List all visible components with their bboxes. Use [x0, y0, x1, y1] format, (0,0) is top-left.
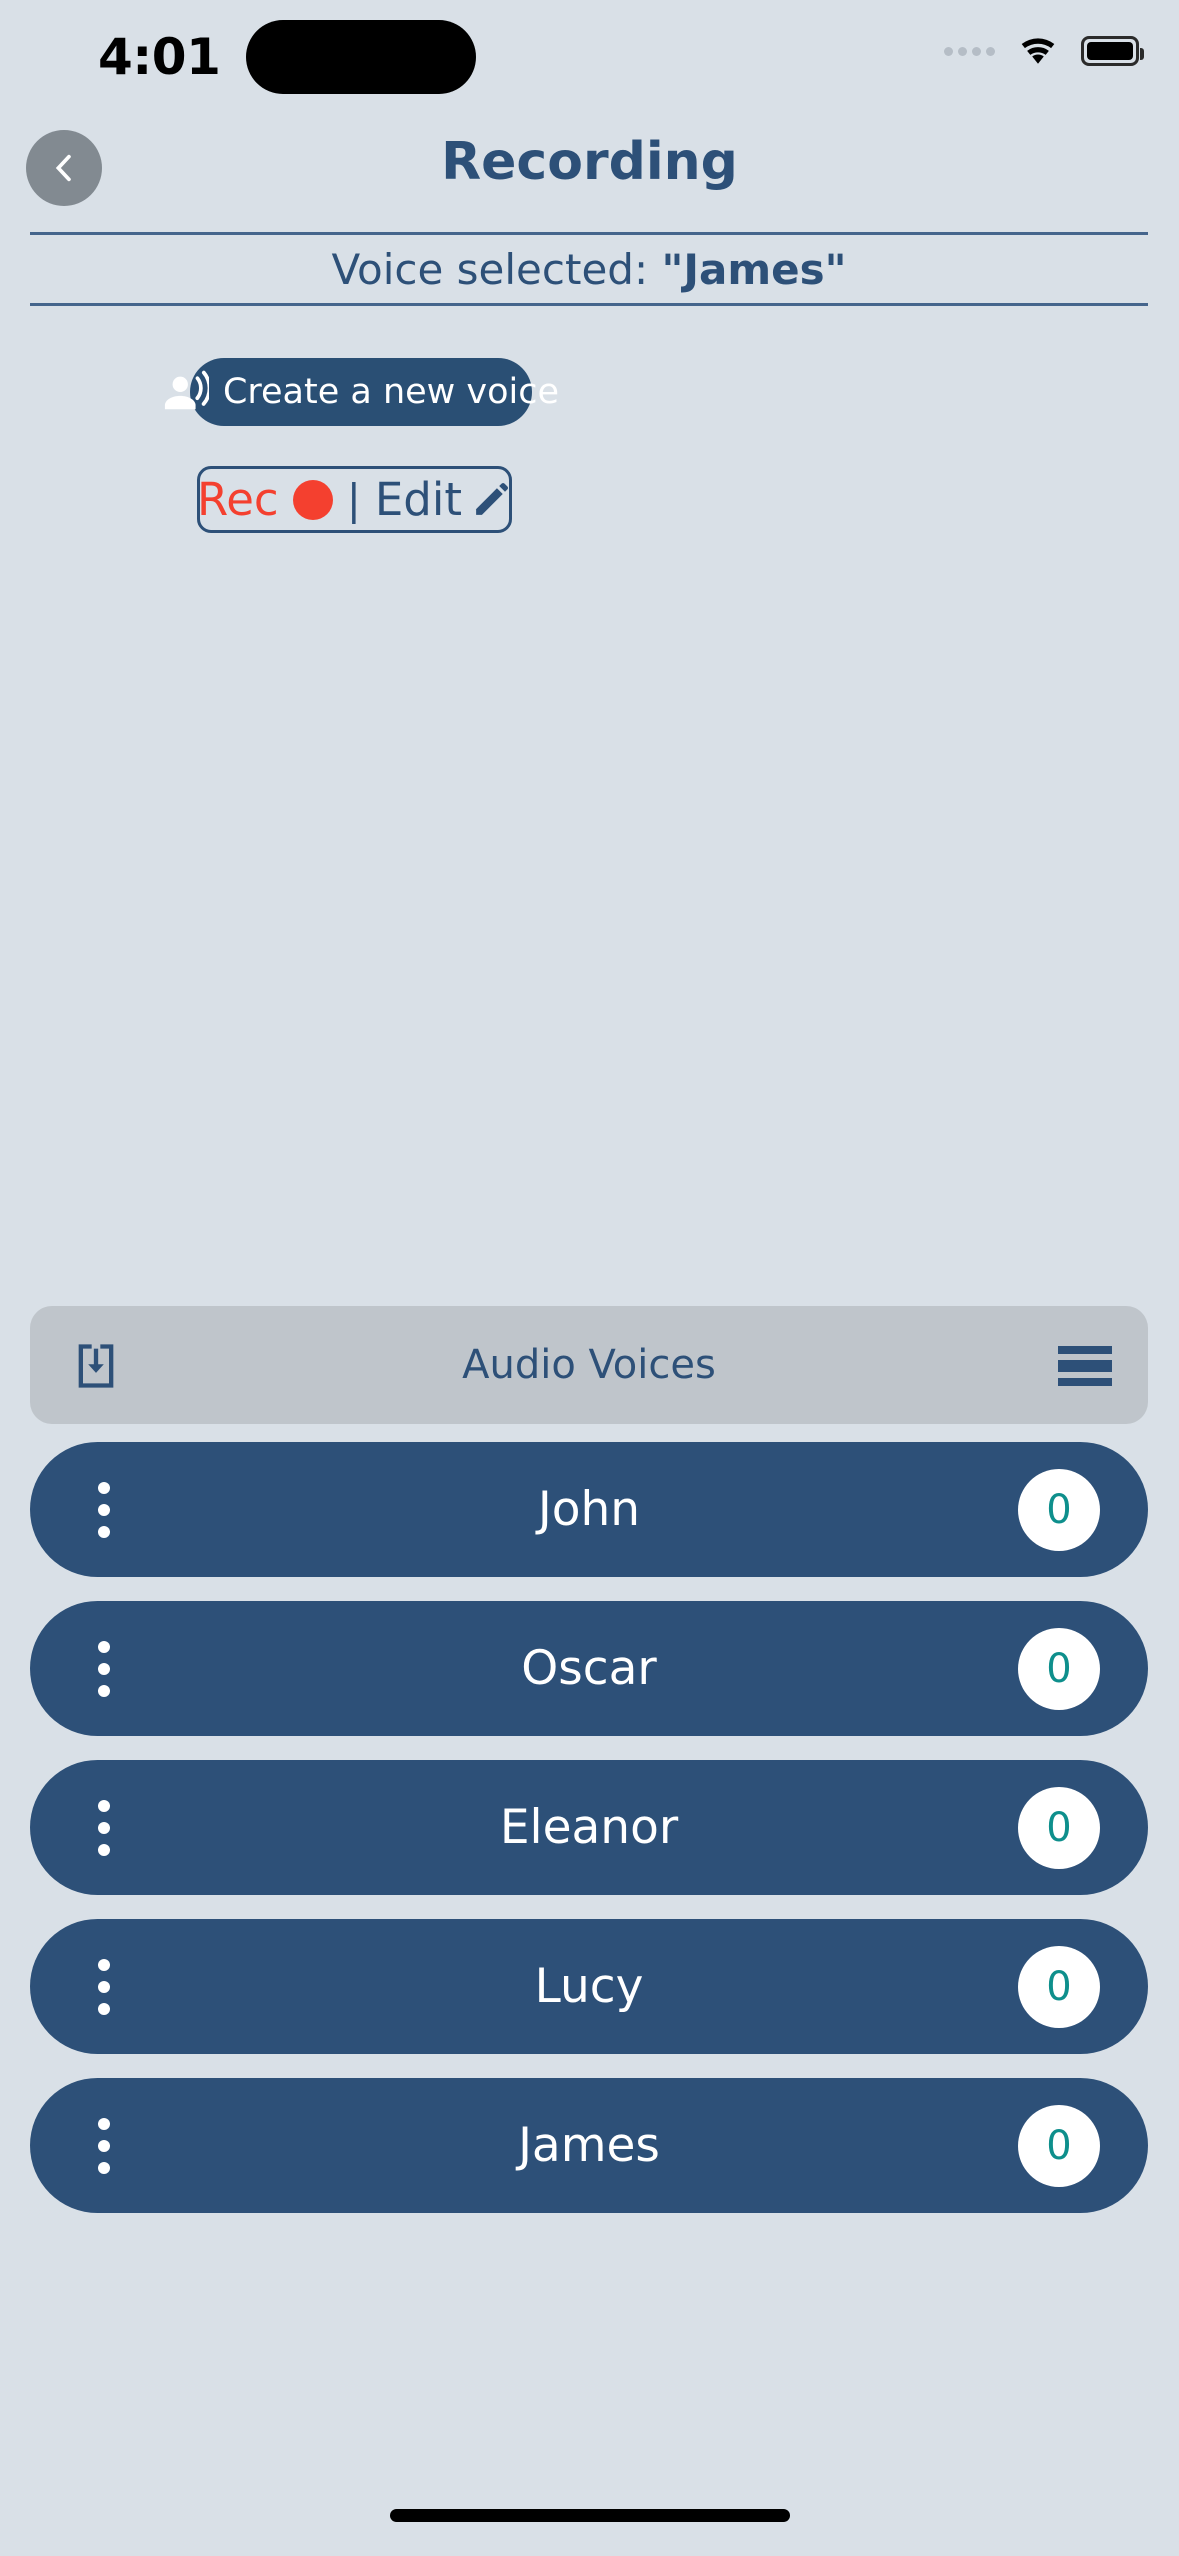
more-vertical-icon[interactable] [98, 1481, 110, 1538]
home-indicator[interactable] [389, 2509, 790, 2522]
rec-edit-pill: Rec | Edit [197, 466, 512, 533]
voice-name: John [537, 1482, 641, 1537]
voice-name: Oscar [521, 1641, 657, 1696]
phone-screen: 4:01 Recording Voice selected: "James" C… [0, 0, 1179, 2556]
table-row[interactable]: Eleanor 0 [30, 1760, 1148, 1895]
hamburger-menu-icon[interactable] [1058, 1346, 1112, 1386]
voice-count: 0 [1046, 1963, 1072, 2010]
voice-count: 0 [1046, 1645, 1072, 1692]
voice-name: James [518, 2118, 660, 2173]
status-bar-indicators [944, 34, 1144, 68]
status-badge[interactable]: 0 [1018, 2104, 1100, 2187]
voice-selected-value: "James" [661, 244, 847, 294]
voice-count: 0 [1046, 2122, 1072, 2169]
battery-full-icon [1081, 36, 1144, 66]
wifi-icon [1021, 38, 1055, 64]
status-badge[interactable]: 0 [1018, 1468, 1100, 1551]
table-row[interactable]: James 0 [30, 2078, 1148, 2213]
audio-voices-bar: Audio Voices [30, 1306, 1148, 1424]
status-bar: 4:01 [0, 0, 1179, 118]
voice-selected-text: Voice selected: "James" [332, 245, 847, 294]
status-badge[interactable]: 0 [1018, 1786, 1100, 1869]
status-badge[interactable]: 0 [1018, 1945, 1100, 2028]
voice-selected-strip: Voice selected: "James" [30, 232, 1148, 306]
dynamic-island [246, 20, 476, 94]
table-row[interactable]: Oscar 0 [30, 1601, 1148, 1736]
voice-count: 0 [1046, 1804, 1072, 1851]
table-row[interactable]: John 0 [30, 1442, 1148, 1577]
page-header: Recording [0, 130, 1179, 216]
table-row[interactable]: Lucy 0 [30, 1919, 1148, 2054]
pill-separator: | [346, 475, 361, 524]
audio-voices-title: Audio Voices [462, 1342, 716, 1388]
rec-button[interactable]: Rec [197, 473, 333, 526]
more-vertical-icon[interactable] [98, 1958, 110, 2015]
voice-selected-label: Voice selected: [331, 244, 662, 294]
more-vertical-icon[interactable] [98, 1640, 110, 1697]
voice-count: 0 [1046, 1486, 1072, 1533]
more-vertical-icon[interactable] [98, 1799, 110, 1856]
create-new-voice-label: Create a new voice [222, 372, 560, 412]
voice-list: John 0 Oscar 0 Eleanor 0 Lucy 0 James 0 [30, 1442, 1148, 2237]
status-badge[interactable]: 0 [1018, 1627, 1100, 1710]
page-title: Recording [441, 132, 738, 192]
more-vertical-icon[interactable] [98, 2117, 110, 2174]
edit-button[interactable]: Edit [375, 473, 512, 526]
voice-name: Eleanor [499, 1800, 679, 1855]
record-dot-icon [292, 479, 333, 520]
rec-label: Rec [197, 473, 279, 526]
create-new-voice-button[interactable]: Create a new voice [164, 358, 559, 426]
record-voice-over-icon [164, 370, 209, 410]
voice-name: Lucy [534, 1959, 644, 2014]
download-import-icon[interactable] [70, 1340, 122, 1392]
cellular-dots-icon [944, 46, 995, 56]
edit-label: Edit [374, 473, 462, 526]
pencil-icon [476, 482, 508, 515]
